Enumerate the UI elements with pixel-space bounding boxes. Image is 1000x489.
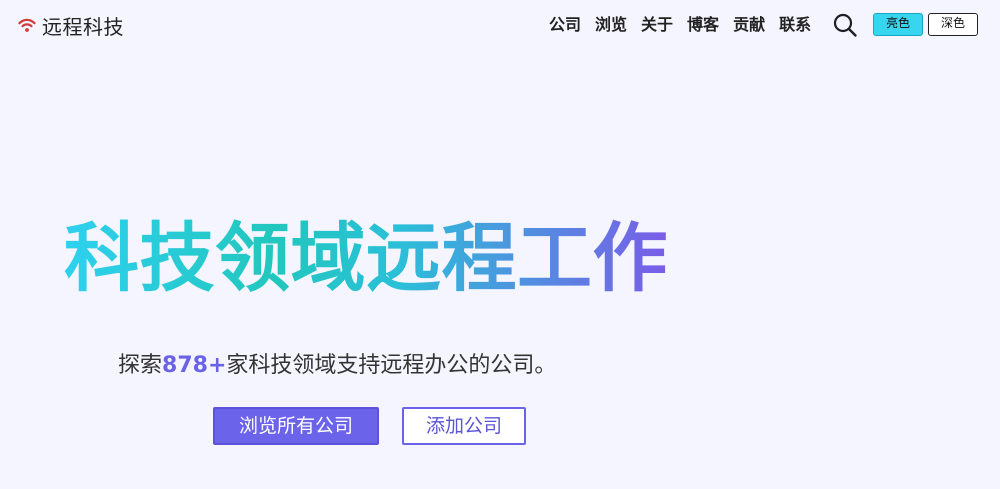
search-button[interactable] (832, 12, 858, 38)
search-icon (833, 13, 857, 37)
main-nav: 公司 浏览 关于 博客 贡献 联系 (549, 14, 811, 36)
nav-item-browse[interactable]: 浏览 (595, 14, 627, 36)
hero-title: 科技领域远程工作 (64, 214, 669, 302)
nav-item-blog[interactable]: 博客 (687, 14, 719, 36)
brand-name: 远程科技 (42, 14, 124, 39)
nav-item-companies[interactable]: 公司 (549, 14, 581, 36)
hero-subtitle-suffix: 家科技领域支持远程办公的公司。 (226, 353, 557, 378)
nav-item-about[interactable]: 关于 (641, 14, 673, 36)
nav-item-contribute[interactable]: 贡献 (733, 14, 765, 36)
hero-subtitle-prefix: 探索 (118, 353, 163, 378)
theme-dark-button[interactable]: 深色 (928, 13, 978, 36)
nav-item-contact[interactable]: 联系 (779, 14, 811, 36)
theme-light-button[interactable]: 亮色 (873, 13, 923, 36)
hero-subtitle: 探索878+家科技领域支持远程办公的公司。 (118, 349, 556, 383)
company-count: 878+ (162, 353, 227, 378)
page: 远程科技 公司 浏览 关于 博客 贡献 联系 亮色 深色 科技领域远程工作 探索… (0, 0, 1000, 489)
wifi-icon (18, 18, 36, 32)
add-company-button[interactable]: 添加公司 (402, 407, 526, 445)
browse-all-companies-button[interactable]: 浏览所有公司 (213, 407, 379, 445)
top-header: 远程科技 公司 浏览 关于 博客 贡献 联系 亮色 深色 (0, 0, 1000, 50)
theme-toggle: 亮色 深色 (873, 13, 978, 36)
brand-logo[interactable]: 远程科技 (18, 12, 124, 39)
